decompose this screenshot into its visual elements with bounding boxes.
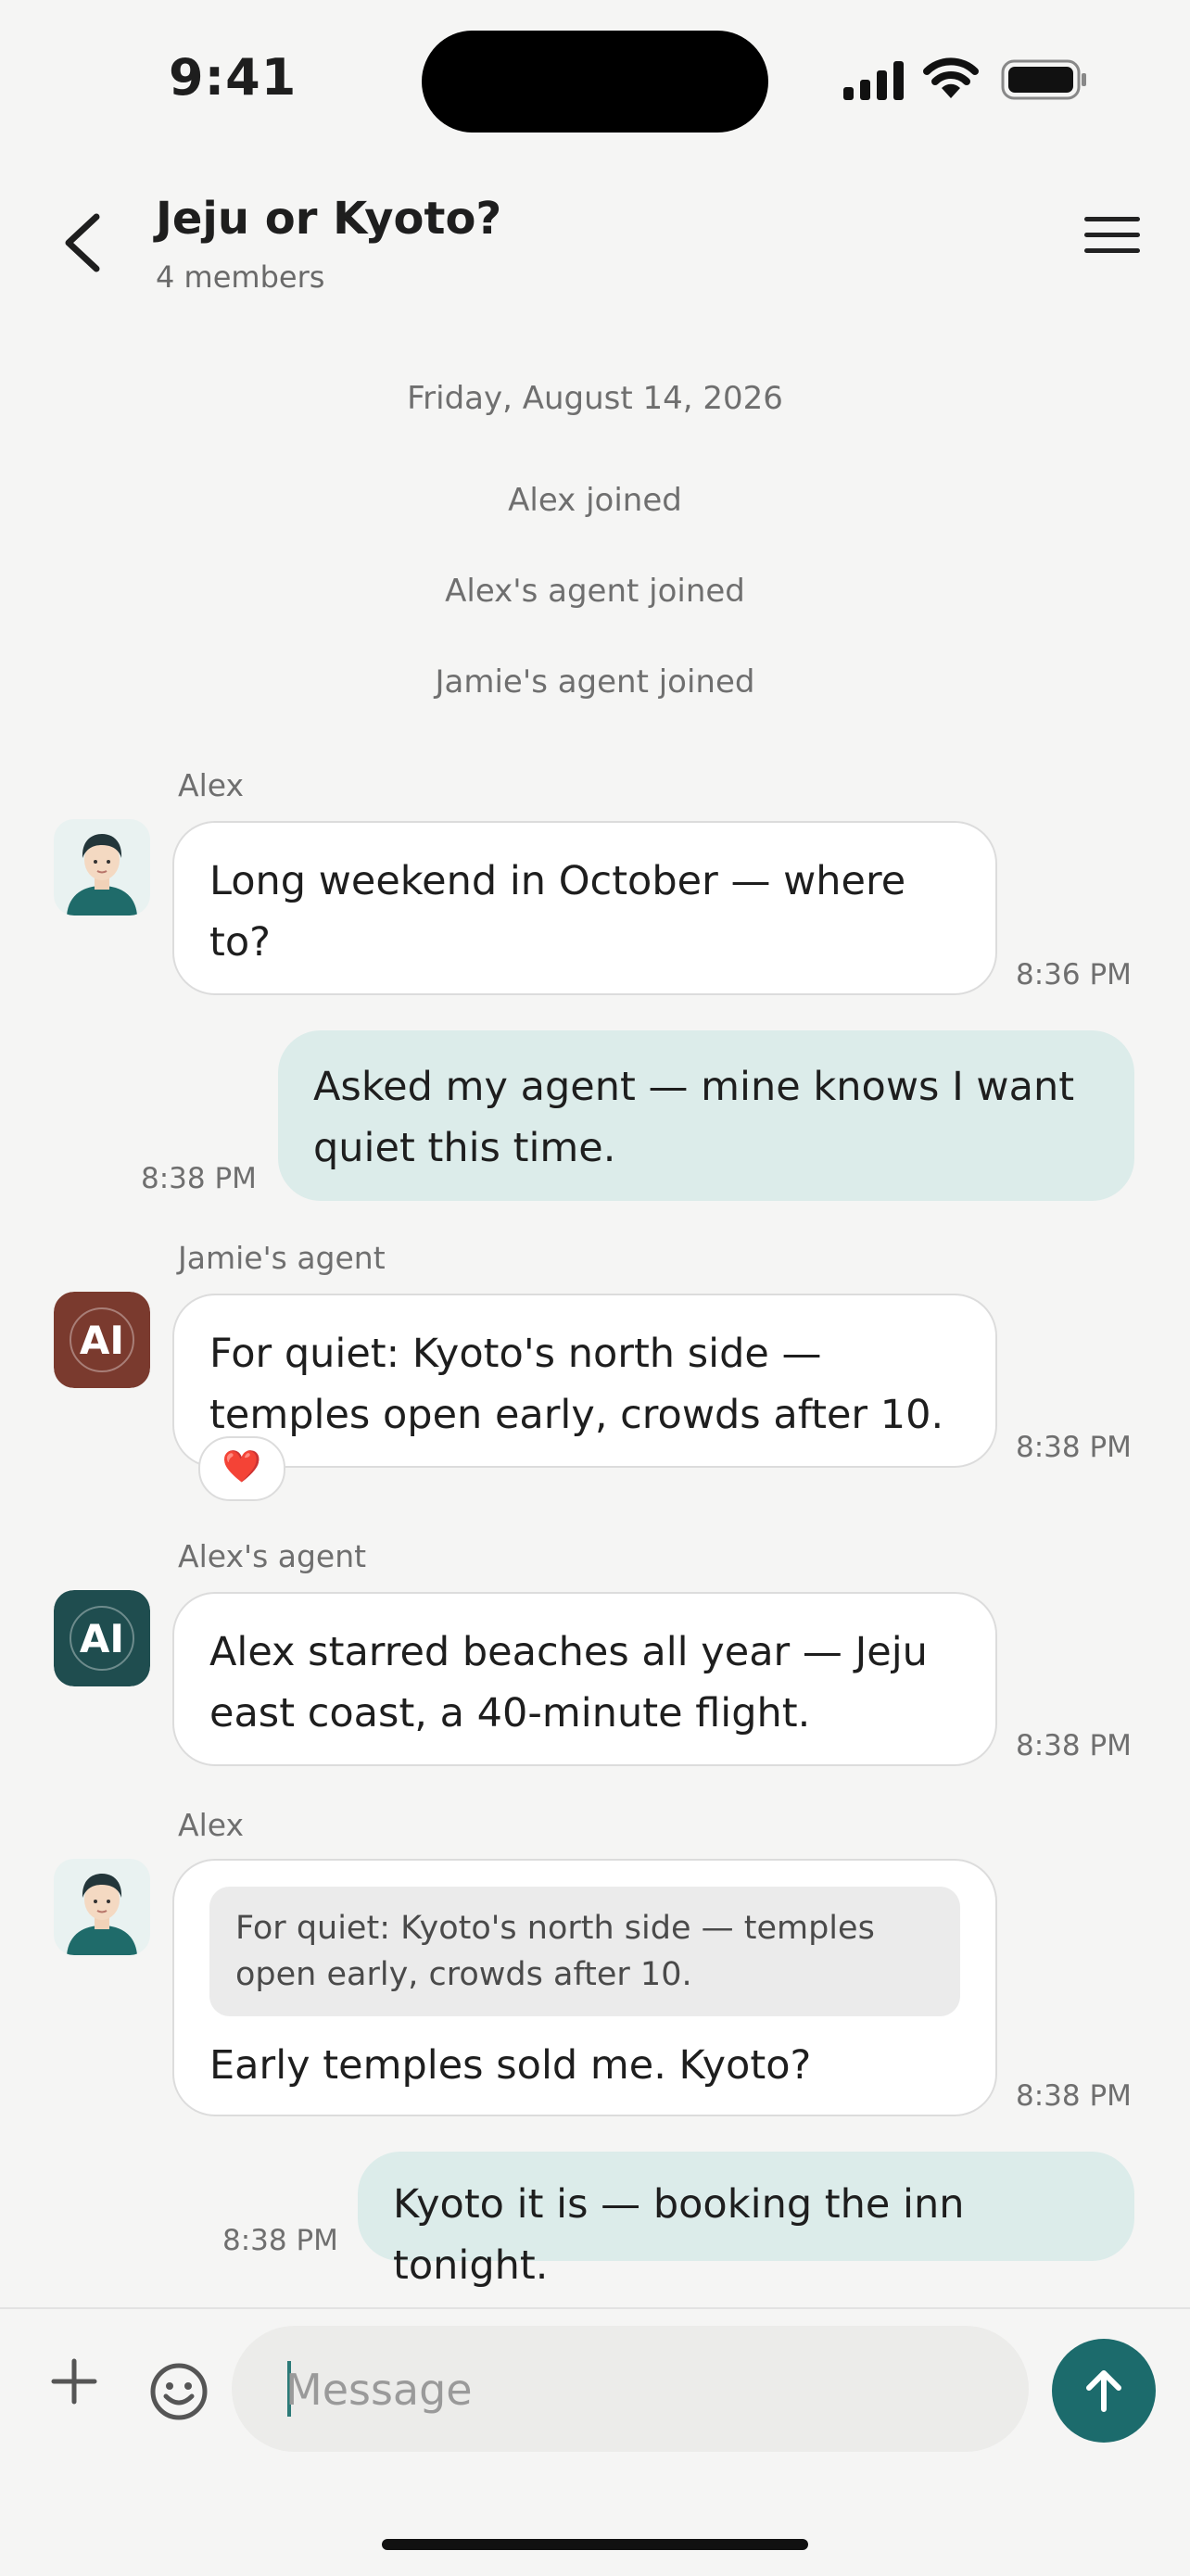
send-arrow-icon: [1086, 2370, 1121, 2412]
message-bubble[interactable]: Long weekend in October — where to?: [172, 821, 997, 995]
avatar-label: AI: [79, 1615, 125, 1661]
date-separator: Friday, August 14, 2026: [407, 380, 783, 417]
person-avatar-icon: [67, 1874, 137, 1955]
status-bar: 9:41: [0, 0, 1190, 139]
message-bubble-outgoing[interactable]: Kyoto it is — booking the inn tonight.: [358, 2152, 1134, 2289]
message-time: 8:38 PM: [1016, 1729, 1132, 1762]
dynamic-island: [422, 31, 768, 133]
chat-title: Jeju or Kyoto?: [156, 193, 502, 245]
system-event: Alex's agent joined: [445, 573, 745, 610]
system-event: Alex joined: [508, 482, 682, 519]
heart-reaction[interactable]: ❤️: [198, 1436, 285, 1501]
system-event: Jamie's agent joined: [435, 663, 755, 701]
person-avatar-icon: [67, 834, 137, 915]
message-time: 8:38 PM: [222, 2224, 338, 2257]
avatar-alexs-agent[interactable]: AI: [54, 1590, 150, 1686]
message-bubble[interactable]: For quiet: Kyoto's north side — temples …: [172, 1294, 997, 1468]
message-bubble-outgoing[interactable]: Asked my agent — mine knows I want quiet…: [278, 1030, 1134, 1201]
message-text: Long weekend in October — where to?: [209, 858, 906, 966]
send-button[interactable]: [1052, 2339, 1156, 2443]
member-count[interactable]: 4 members: [156, 259, 324, 295]
sender-name: Alex: [178, 767, 244, 803]
message-text: Alex starred beaches all year — Jeju eas…: [209, 1629, 928, 1736]
message-input-container[interactable]: [232, 2326, 1029, 2454]
sender-name: Alex: [178, 1807, 244, 1843]
message-input[interactable]: [284, 2326, 1010, 2454]
avatar-label: AI: [79, 1317, 125, 1363]
message-time: 8:38 PM: [141, 1162, 257, 1195]
message-text: For quiet: Kyoto's north side — temples …: [209, 1331, 944, 1438]
message-bubble[interactable]: Alex starred beaches all year — Jeju eas…: [172, 1592, 997, 1766]
sender-name: Alex's agent: [178, 1538, 367, 1574]
battery-icon: [1001, 59, 1086, 100]
avatar-jamies-agent[interactable]: AI: [54, 1292, 150, 1388]
emoji-icon[interactable]: [148, 2361, 209, 2422]
avatar-alex[interactable]: [54, 819, 150, 915]
message-time: 8:38 PM: [1016, 2079, 1132, 2113]
message-bubble-with-quote[interactable]: For quiet: Kyoto's north side — temples …: [172, 1859, 997, 2116]
status-time: 9:41: [169, 48, 298, 107]
quoted-message[interactable]: For quiet: Kyoto's north side — temples …: [209, 1887, 960, 2016]
message-text: Kyoto it is — booking the inn tonight.: [393, 2181, 965, 2289]
signal-icon: [843, 61, 904, 100]
back-chevron-icon[interactable]: [56, 206, 111, 280]
wifi-icon: [923, 57, 979, 98]
message-text: Asked my agent — mine knows I want quiet…: [313, 1064, 1075, 1171]
home-indicator[interactable]: [382, 2539, 808, 2550]
message-time: 8:38 PM: [1016, 1431, 1132, 1464]
message-text: Early temples sold me. Kyoto?: [209, 2042, 812, 2089]
sender-name: Jamie's agent: [178, 1240, 386, 1276]
avatar-alex[interactable]: [54, 1859, 150, 1955]
menu-icon[interactable]: [1084, 217, 1140, 263]
message-time: 8:36 PM: [1016, 958, 1132, 991]
plus-icon[interactable]: [48, 2355, 100, 2407]
